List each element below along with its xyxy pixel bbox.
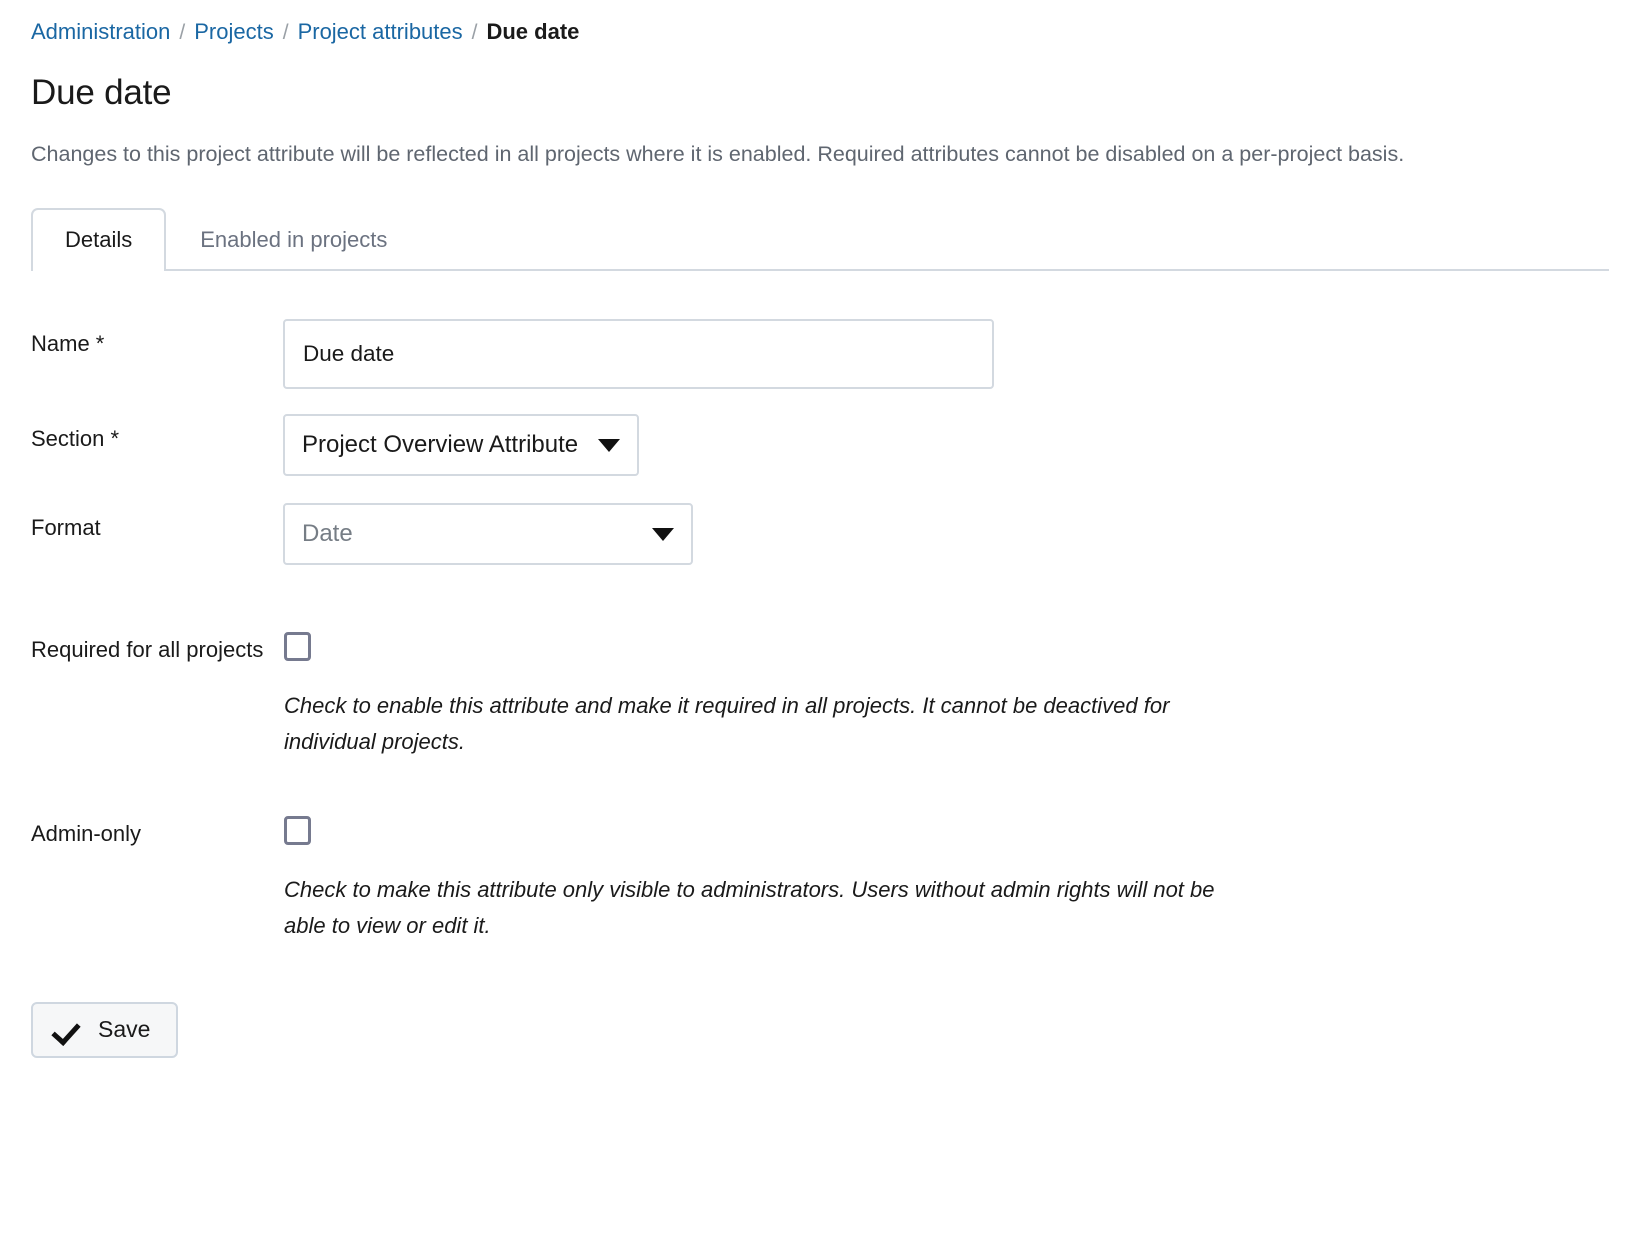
format-label: Format <box>31 515 101 541</box>
breadcrumb-item-project-attributes[interactable]: Project attributes <box>298 19 463 45</box>
chevron-down-icon <box>652 527 674 541</box>
format-select-value: Date <box>302 520 353 548</box>
save-button[interactable]: Save <box>31 1001 179 1058</box>
tab-enabled-in-projects[interactable]: Enabled in projects <box>166 208 421 269</box>
form-row-admin-only: Admin-only Check to make this attribute … <box>31 809 1609 943</box>
required-for-all-projects-checkbox[interactable] <box>284 632 311 662</box>
name-label: Name * <box>31 331 105 357</box>
tab-bar: Details Enabled in projects <box>31 208 1609 272</box>
breadcrumb-separator: / <box>179 21 186 44</box>
admin-only-label: Admin-only <box>31 821 142 847</box>
breadcrumb: Administration / Projects / Project attr… <box>31 0 1609 45</box>
breadcrumb-separator: / <box>282 21 289 44</box>
required-for-all-projects-label: Required for all projects <box>31 637 264 663</box>
attribute-form: Name * Section * Project Overview Attrib… <box>31 319 1609 1058</box>
page-title: Due date <box>31 73 172 113</box>
form-row-name: Name * <box>31 319 1609 390</box>
format-select-wrapper: Date <box>283 503 693 566</box>
required-for-all-projects-hint: Check to enable this attribute and make … <box>284 693 1170 754</box>
page-description: Changes to this project attribute will b… <box>31 141 1405 166</box>
section-select-value: Project Overview Attribute <box>302 431 579 459</box>
breadcrumb-separator: / <box>471 21 478 44</box>
section-select[interactable]: Project Overview Attribute <box>283 414 640 477</box>
breadcrumb-item-projects[interactable]: Projects <box>194 19 273 45</box>
tab-details[interactable]: Details <box>31 208 167 272</box>
format-select[interactable]: Date <box>283 503 693 566</box>
form-row-required-for-all-projects: Required for all projects Check to enabl… <box>31 625 1609 759</box>
section-select-wrapper: Project Overview Attribute <box>283 414 640 477</box>
breadcrumb-item-administration[interactable]: Administration <box>31 19 170 45</box>
chevron-down-icon <box>598 438 621 452</box>
checkmark-icon <box>55 1017 81 1043</box>
admin-only-checkbox[interactable] <box>284 816 311 846</box>
admin-only-hint: Check to make this attribute only visibl… <box>284 877 1215 939</box>
form-row-format: Format Date <box>31 503 1609 566</box>
breadcrumb-item-current: Due date <box>486 19 580 44</box>
project-attribute-detail-page: Administration / Projects / Project attr… <box>0 0 1640 1248</box>
save-button-label: Save <box>98 1016 151 1043</box>
name-input[interactable] <box>283 319 994 390</box>
section-label: Section * <box>31 426 120 452</box>
form-row-section: Section * Project Overview Attribute <box>31 414 1609 477</box>
